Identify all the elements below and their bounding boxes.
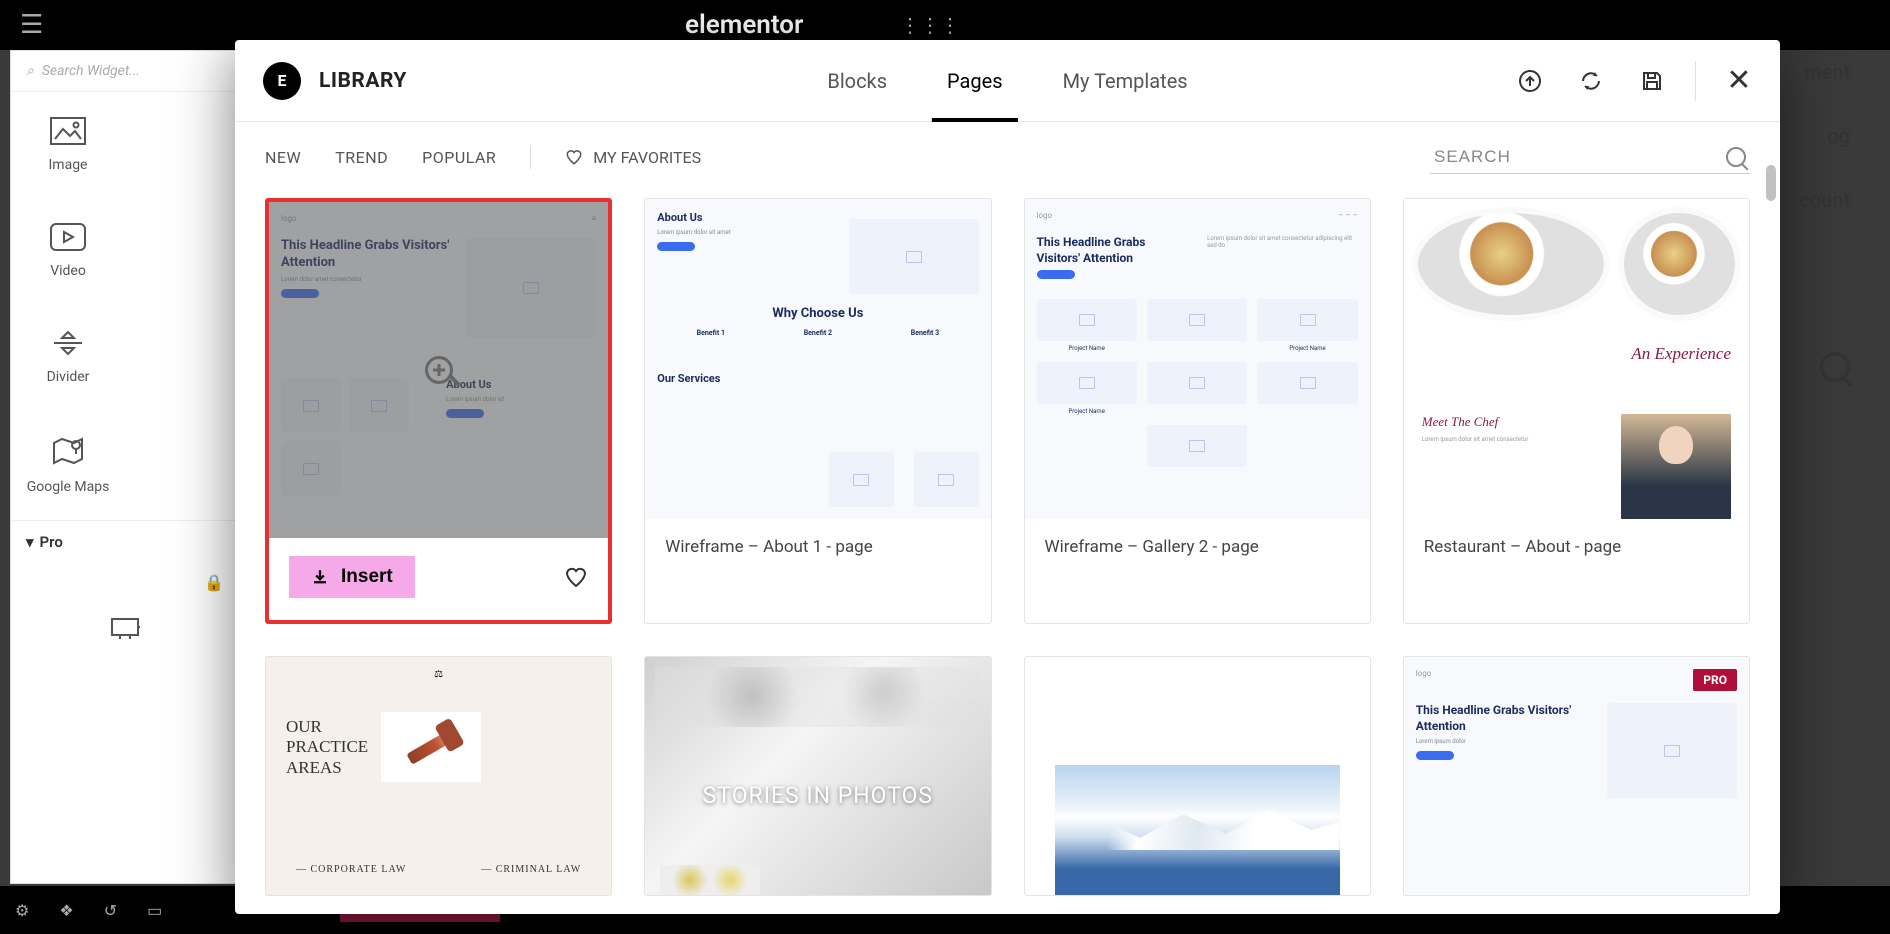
library-tabs: Blocks Pages My Templates [827,40,1187,121]
template-thumbnail[interactable]: STORIES IN PHOTOS [645,657,990,895]
search-icon: ⌕ [26,63,34,79]
magnify-handle [447,374,460,387]
tab-pages[interactable]: Pages [947,40,1003,121]
divider [530,145,531,169]
tab-blocks[interactable]: Blocks [827,40,887,121]
filter-trend[interactable]: TREND [335,148,388,167]
filter-new[interactable]: NEW [265,148,301,167]
template-thumbnail[interactable]: STEP INTO THE WILD Lorem ipsum dolor sit… [1025,657,1370,895]
filter-row: NEW TREND POPULAR MY FAVORITES [235,122,1780,192]
filter-popular[interactable]: POPULAR [422,148,496,167]
layers-icon[interactable]: ❖ [59,901,73,920]
scrollbar-thumb[interactable] [1766,165,1776,201]
template-card[interactable]: logo– – – This Headline Grabs Visitors' … [1024,198,1371,624]
library-modal: E LIBRARY Blocks Pages My Templates ✕ NE… [235,40,1780,914]
template-card[interactable]: An Experience Meet The Chef Lorem ipsum … [1403,198,1750,624]
template-thumbnail[interactable]: PRO logo– – – This Headline Grabs Visito… [1404,657,1749,895]
tab-my-templates[interactable]: My Templates [1063,40,1188,121]
template-grid-scroll[interactable]: logo≡ This Headline Grabs Visitors' Atte… [235,192,1780,914]
elementor-logo-icon: E [263,62,301,100]
download-icon [311,568,329,586]
widget-image[interactable]: Image [11,92,125,198]
template-title: Wireframe – About 1 - page [665,537,872,557]
favorite-toggle[interactable] [564,565,588,589]
history-icon[interactable]: ↺ [104,901,117,920]
pro-badge: PRO [1693,669,1737,691]
widget-divider[interactable]: Divider [11,304,125,410]
obscured-right-menu: ment og count [1800,60,1851,382]
sync-icon[interactable] [1578,68,1604,94]
template-thumbnail[interactable]: logo– – – This Headline Grabs Visitors' … [1025,199,1370,519]
filter-favorites[interactable]: MY FAVORITES [565,148,701,167]
template-grid: logo≡ This Headline Grabs Visitors' Atte… [265,198,1750,896]
divider-icon [50,329,86,357]
template-card[interactable]: STEP INTO THE WILD Lorem ipsum dolor sit… [1024,656,1371,896]
hamburger-icon[interactable]: ☰ [20,10,43,40]
widget-video[interactable]: Video [11,198,125,304]
search-input[interactable] [1434,147,1711,167]
insert-button[interactable]: Insert [289,556,415,598]
modal-header: E LIBRARY Blocks Pages My Templates ✕ [235,40,1780,122]
upload-icon[interactable] [1517,68,1543,94]
search-icon [1726,147,1746,167]
close-button[interactable]: ✕ [1726,68,1752,94]
template-card[interactable]: logo≡ This Headline Grabs Visitors' Atte… [265,198,612,624]
template-thumbnail[interactable]: logo≡ This Headline Grabs Visitors' Atte… [269,202,608,538]
settings-icon[interactable]: ⚙ [15,901,29,920]
template-card[interactable]: ⚖ OUR PRACTICE AREAS — CORPORATE LAW — C… [265,656,612,896]
search-icon[interactable] [1820,352,1850,382]
chevron-down-icon: ▾ [26,533,34,551]
template-thumbnail[interactable]: ⚖ OUR PRACTICE AREAS — CORPORATE LAW — C… [266,657,611,895]
navigator-icon[interactable] [11,602,239,656]
map-icon [50,435,86,467]
heart-icon [565,148,583,166]
template-card[interactable]: PRO logo– – – This Headline Grabs Visito… [1403,656,1750,896]
template-card[interactable]: About Us Lorem ipsum dolor sit amet Why … [644,198,991,624]
lock-icon: 🔒 [11,563,239,602]
widget-google-maps[interactable]: Google Maps [11,410,125,520]
image-icon [50,117,86,145]
template-title: Restaurant – About - page [1424,537,1621,557]
responsive-icon[interactable]: ▭ [147,901,162,920]
elementor-logo: elementor [685,10,803,40]
template-search[interactable] [1430,141,1750,174]
template-card[interactable]: STORIES IN PHOTOS [644,656,991,896]
magnify-icon [425,356,453,384]
widget-sidebar: ⌕ Search Widget... Image Video Divider G… [10,50,240,884]
pro-section-toggle[interactable]: ▾ Pro [11,520,239,563]
save-icon[interactable] [1639,68,1665,94]
template-thumbnail[interactable]: An Experience Meet The Chef Lorem ipsum … [1404,199,1749,519]
template-thumbnail[interactable]: About Us Lorem ipsum dolor sit amet Why … [645,199,990,519]
widget-search[interactable]: ⌕ Search Widget... [11,51,239,92]
video-icon [50,223,86,251]
template-title: Wireframe – Gallery 2 - page [1045,537,1259,557]
modal-title: LIBRARY [319,69,407,93]
apps-grid-icon[interactable]: ⋮⋮⋮ [900,13,960,37]
